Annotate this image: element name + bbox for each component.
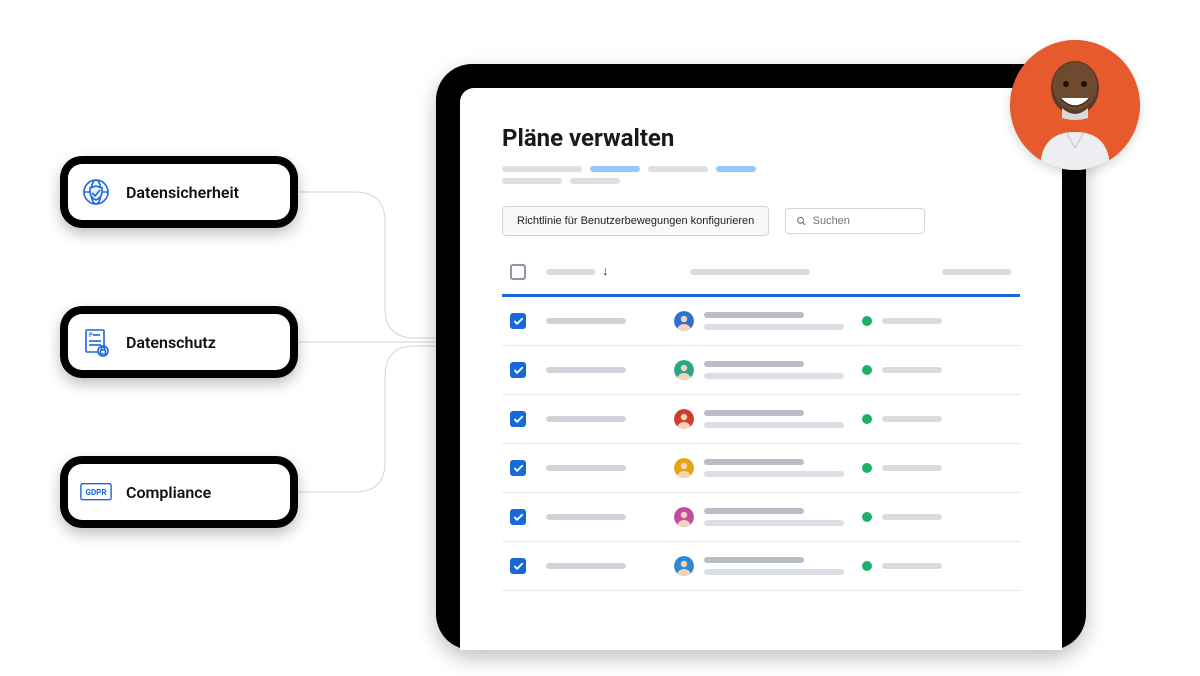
row-avatar [674, 360, 694, 380]
svg-text:GDPR: GDPR [86, 489, 107, 498]
row-owner-skeleton [704, 312, 844, 330]
column-header-status[interactable] [862, 269, 1012, 275]
pill-data-privacy: P Datenschutz [60, 306, 298, 378]
pill-label: Compliance [126, 483, 211, 502]
row-checkbox[interactable] [510, 313, 526, 329]
row-owner-skeleton [704, 361, 844, 379]
table-row[interactable] [502, 395, 1020, 444]
table-body [502, 297, 1020, 591]
row-status-skeleton [882, 416, 942, 422]
table-row[interactable] [502, 493, 1020, 542]
row-owner-skeleton [704, 410, 844, 428]
row-name-skeleton [546, 318, 626, 324]
row-status-skeleton [882, 318, 942, 324]
column-header-name[interactable]: ↓ [546, 269, 656, 275]
tabs-skeleton-row1 [502, 166, 1020, 172]
row-avatar [674, 556, 694, 576]
select-all-checkbox[interactable] [510, 264, 526, 280]
row-avatar [674, 311, 694, 331]
row-checkbox[interactable] [510, 362, 526, 378]
pill-label: Datenschutz [126, 333, 216, 352]
status-dot-green [862, 463, 872, 473]
hero-avatar [1010, 40, 1140, 170]
table-row[interactable] [502, 297, 1020, 346]
pill-compliance: GDPR Compliance [60, 456, 298, 528]
row-owner-skeleton [704, 557, 844, 575]
search-icon [796, 215, 806, 227]
row-status-skeleton [882, 367, 942, 373]
configure-policy-button[interactable]: Richtlinie für Benutzerbewegungen konfig… [502, 206, 769, 236]
table-row[interactable] [502, 542, 1020, 591]
page-title: Pläne verwalten [502, 124, 1020, 152]
row-checkbox[interactable] [510, 411, 526, 427]
table-header: ↓ [502, 254, 1020, 297]
document-lock-icon: P [80, 326, 112, 358]
row-checkbox[interactable] [510, 509, 526, 525]
tabs-skeleton-row2 [502, 178, 1020, 184]
row-name-skeleton [546, 416, 626, 422]
status-dot-green [862, 561, 872, 571]
gdpr-badge-icon: GDPR [80, 476, 112, 508]
svg-text:P: P [89, 332, 93, 339]
globe-shield-icon [80, 176, 112, 208]
row-avatar [674, 507, 694, 527]
row-checkbox[interactable] [510, 558, 526, 574]
column-header-owner[interactable] [674, 269, 844, 275]
row-name-skeleton [546, 563, 626, 569]
row-name-skeleton [546, 367, 626, 373]
search-box[interactable] [785, 208, 925, 234]
status-dot-green [862, 414, 872, 424]
status-dot-green [862, 365, 872, 375]
app-screen: Pläne verwalten Richtlinie für Benutzerb… [460, 88, 1062, 650]
status-dot-green [862, 512, 872, 522]
row-avatar [674, 409, 694, 429]
search-input[interactable] [813, 215, 915, 227]
status-dot-green [862, 316, 872, 326]
pill-label: Datensicherheit [126, 183, 239, 202]
row-name-skeleton [546, 465, 626, 471]
row-owner-skeleton [704, 459, 844, 477]
table-row[interactable] [502, 346, 1020, 395]
row-avatar [674, 458, 694, 478]
row-checkbox[interactable] [510, 460, 526, 476]
row-status-skeleton [882, 514, 942, 520]
table-row[interactable] [502, 444, 1020, 493]
row-name-skeleton [546, 514, 626, 520]
pill-data-security: Datensicherheit [60, 156, 298, 228]
row-status-skeleton [882, 563, 942, 569]
device-frame: Pläne verwalten Richtlinie für Benutzerb… [436, 64, 1086, 650]
row-status-skeleton [882, 465, 942, 471]
row-owner-skeleton [704, 508, 844, 526]
